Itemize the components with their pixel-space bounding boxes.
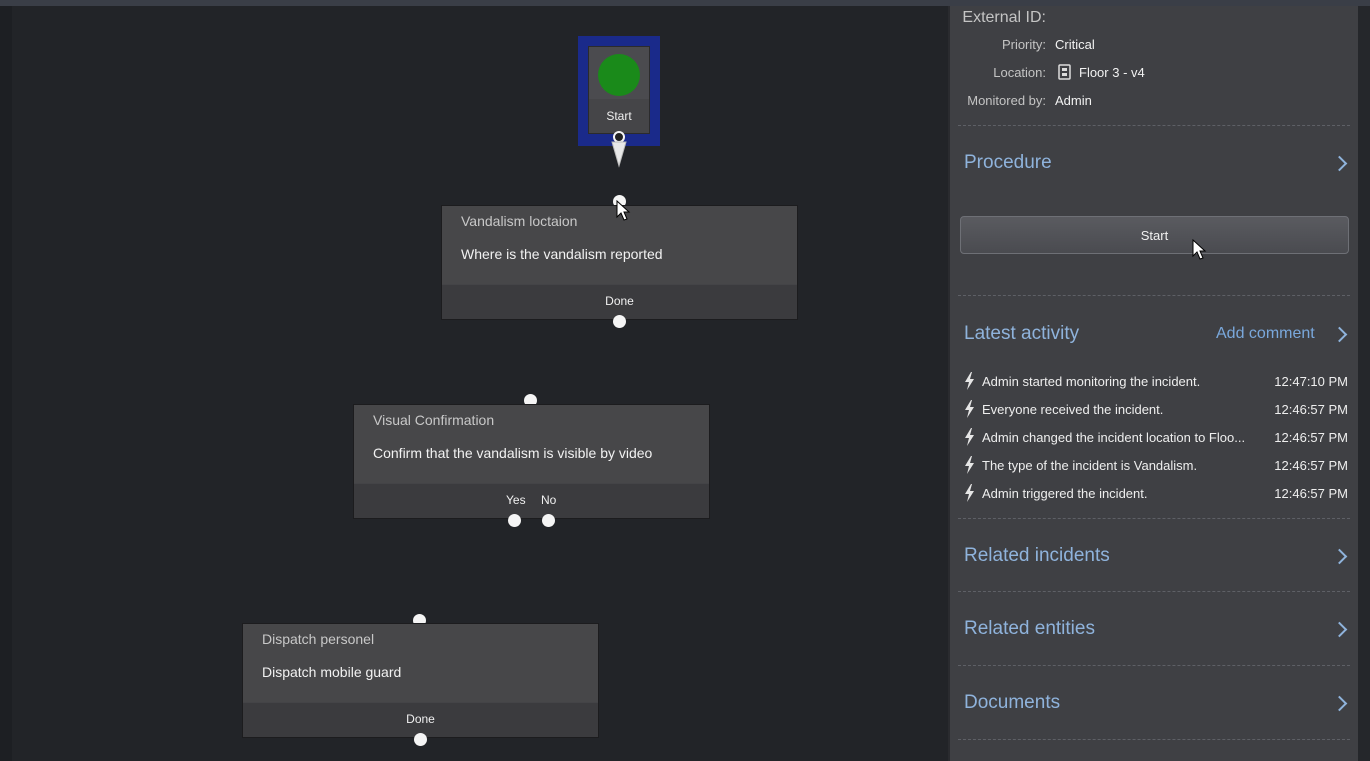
- section-divider: [958, 739, 1350, 740]
- activity-item: Admin started monitoring the incident. 12…: [962, 371, 1350, 393]
- procedure-section-title[interactable]: Procedure: [964, 152, 1052, 174]
- node-description: Confirm that the vandalism is visible by…: [373, 445, 653, 461]
- node-footer: Yes No: [354, 484, 709, 518]
- panel-scrollbar[interactable]: [1358, 6, 1370, 761]
- section-divider: [958, 125, 1350, 126]
- node-header: Visual Confirmation Confirm that the van…: [354, 405, 709, 483]
- output-label-no: No: [541, 493, 557, 507]
- location-label: Location:: [993, 65, 1046, 80]
- activity-item: The type of the incident is Vandalism. 12…: [962, 455, 1350, 477]
- section-divider: [958, 295, 1350, 296]
- activity-text: Admin triggered the incident.: [982, 486, 1148, 501]
- priority-label: Priority:: [1001, 37, 1046, 52]
- flow-node-dispatch-personel[interactable]: Dispatch personel Dispatch mobile guard …: [242, 623, 599, 738]
- add-comment-link[interactable]: Add comment: [1216, 325, 1315, 343]
- output-label-done: Done: [406, 712, 435, 726]
- related-entities-title[interactable]: Related entities: [964, 618, 1095, 640]
- activity-text: The type of the incident is Vandalism.: [982, 458, 1198, 473]
- activity-text: Everyone received the incident.: [982, 402, 1164, 417]
- flow-node-visual-confirmation[interactable]: Visual Confirmation Confirm that the van…: [353, 404, 710, 519]
- node-description: Dispatch mobile guard: [262, 664, 402, 680]
- node-title: Dispatch personel: [262, 631, 375, 647]
- start-node-body: Start: [588, 46, 650, 134]
- node-description: Where is the vandalism reported: [461, 246, 663, 262]
- activity-text: Admin changed the incident location to F…: [982, 430, 1246, 445]
- documents-title[interactable]: Documents: [964, 692, 1060, 714]
- section-divider: [958, 665, 1350, 666]
- section-divider: [958, 591, 1350, 592]
- activity-time: 12:46:57 PM: [1274, 486, 1348, 501]
- monitored-by-value: Admin: [1055, 93, 1092, 108]
- node-footer: Done: [243, 703, 598, 737]
- lightning-icon: [965, 428, 974, 446]
- activity-item: Admin changed the incident location to F…: [962, 427, 1350, 449]
- activity-text: Admin started monitoring the incident.: [982, 374, 1201, 389]
- start-output-arrow-icon[interactable]: [605, 128, 633, 170]
- section-divider: [958, 518, 1350, 519]
- start-node-header: [589, 47, 649, 99]
- lightning-icon: [965, 456, 974, 474]
- node-output-port-yes[interactable]: [508, 514, 521, 527]
- priority-value: Critical: [1055, 37, 1095, 52]
- lightning-icon: [965, 484, 974, 502]
- activity-time: 12:46:57 PM: [1274, 402, 1348, 417]
- mouse-cursor-icon: [1192, 239, 1207, 260]
- latest-activity-title: Latest activity: [964, 323, 1080, 344]
- left-edge: [0, 6, 12, 761]
- node-output-port-done[interactable]: [613, 315, 626, 328]
- lightning-icon: [965, 372, 974, 390]
- floor-map-icon: [1058, 64, 1071, 80]
- output-label-yes: Yes: [506, 493, 526, 507]
- related-incidents-title[interactable]: Related incidents: [964, 545, 1110, 567]
- external-id-label: External ID:: [962, 9, 1046, 26]
- activity-time: 12:47:10 PM: [1274, 374, 1348, 389]
- start-procedure-button[interactable]: Start: [960, 216, 1349, 254]
- activity-item: Everyone received the incident. 12:46:57 …: [962, 399, 1350, 421]
- monitored-by-label: Monitored by:: [967, 93, 1046, 108]
- start-node-label: Start: [606, 109, 632, 123]
- activity-item: Admin triggered the incident. 12:46:57 PM: [962, 483, 1350, 505]
- node-title: Visual Confirmation: [373, 412, 495, 428]
- start-circle-icon: [598, 54, 640, 96]
- node-header: Dispatch personel Dispatch mobile guard: [243, 624, 598, 702]
- location-value[interactable]: Floor 3 - v4: [1079, 65, 1145, 80]
- activity-time: 12:46:57 PM: [1274, 458, 1348, 473]
- mouse-cursor-icon: [616, 200, 631, 221]
- node-title: Vandalism loctaion: [461, 213, 578, 229]
- node-output-port-done[interactable]: [414, 733, 427, 746]
- lightning-icon: [965, 400, 974, 418]
- output-label-done: Done: [605, 294, 634, 308]
- node-output-port-no[interactable]: [542, 514, 555, 527]
- node-footer: Done: [442, 285, 797, 319]
- activity-time: 12:46:57 PM: [1274, 430, 1348, 445]
